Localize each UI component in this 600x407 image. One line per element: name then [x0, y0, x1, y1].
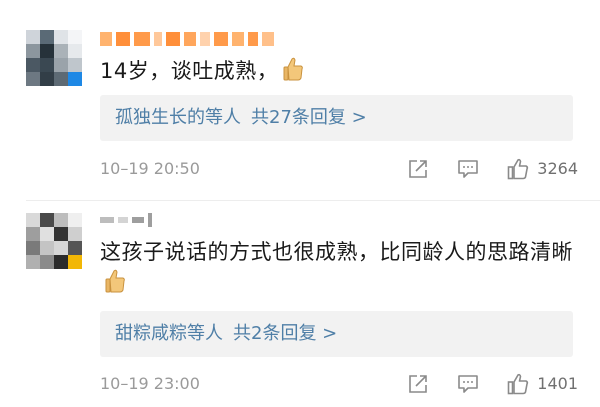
comment-icon[interactable]: [457, 158, 479, 180]
avatar[interactable]: [26, 30, 82, 86]
comment-meta: 10–19 20:50 3264: [100, 157, 578, 181]
reply-others-label: 等人: [187, 323, 223, 344]
comment-item: 这孩子说话的方式也很成熟，比同龄人的思路清晰 甜粽咸粽等人 共2条回复 > 10–…: [0, 200, 600, 407]
timestamp: 10–19 23:00: [100, 374, 200, 393]
reply-count-link[interactable]: 共27条回复 >: [251, 107, 367, 128]
thumbs-up-icon: [105, 269, 125, 293]
share-icon[interactable]: [407, 158, 429, 180]
comment-text: 14岁，谈吐成熟，: [100, 56, 578, 87]
like-count: 1401: [537, 374, 578, 393]
reply-user-link[interactable]: 甜粽咸粽: [115, 323, 187, 344]
action-bar: 3264: [407, 157, 578, 181]
reply-user-link[interactable]: 孤独生长的: [115, 107, 205, 128]
comment-item: 14岁，谈吐成熟， 孤独生长的等人 共27条回复 > 10–19 20:50 3…: [0, 0, 600, 200]
timestamp: 10–19 20:50: [100, 159, 200, 178]
like-icon[interactable]: [507, 158, 529, 180]
comment-icon[interactable]: [457, 373, 479, 395]
avatar[interactable]: [26, 213, 82, 269]
like-icon[interactable]: [507, 373, 529, 395]
comment-body: 这孩子说话的方式也很成熟，比同龄人的思路清晰: [100, 240, 573, 264]
replies-box[interactable]: 甜粽咸粽等人 共2条回复 >: [100, 311, 573, 357]
comment-feed: 14岁，谈吐成熟， 孤独生长的等人 共27条回复 > 10–19 20:50 3…: [0, 0, 600, 407]
reply-others-label: 等人: [205, 107, 241, 128]
replies-box[interactable]: 孤独生长的等人 共27条回复 >: [100, 95, 573, 141]
like-count: 3264: [537, 159, 578, 178]
username-redacted[interactable]: [100, 211, 152, 229]
username-redacted[interactable]: [100, 30, 274, 48]
action-bar: 1401: [407, 372, 578, 396]
comment-text: 这孩子说话的方式也很成熟，比同龄人的思路清晰: [100, 237, 578, 299]
reply-count-link[interactable]: 共2条回复 >: [233, 323, 337, 344]
comment-meta: 10–19 23:00 1401: [100, 372, 578, 396]
thumbs-up-icon: [283, 57, 304, 81]
share-icon[interactable]: [407, 373, 429, 395]
comment-body: 14岁，谈吐成熟，: [100, 59, 279, 83]
